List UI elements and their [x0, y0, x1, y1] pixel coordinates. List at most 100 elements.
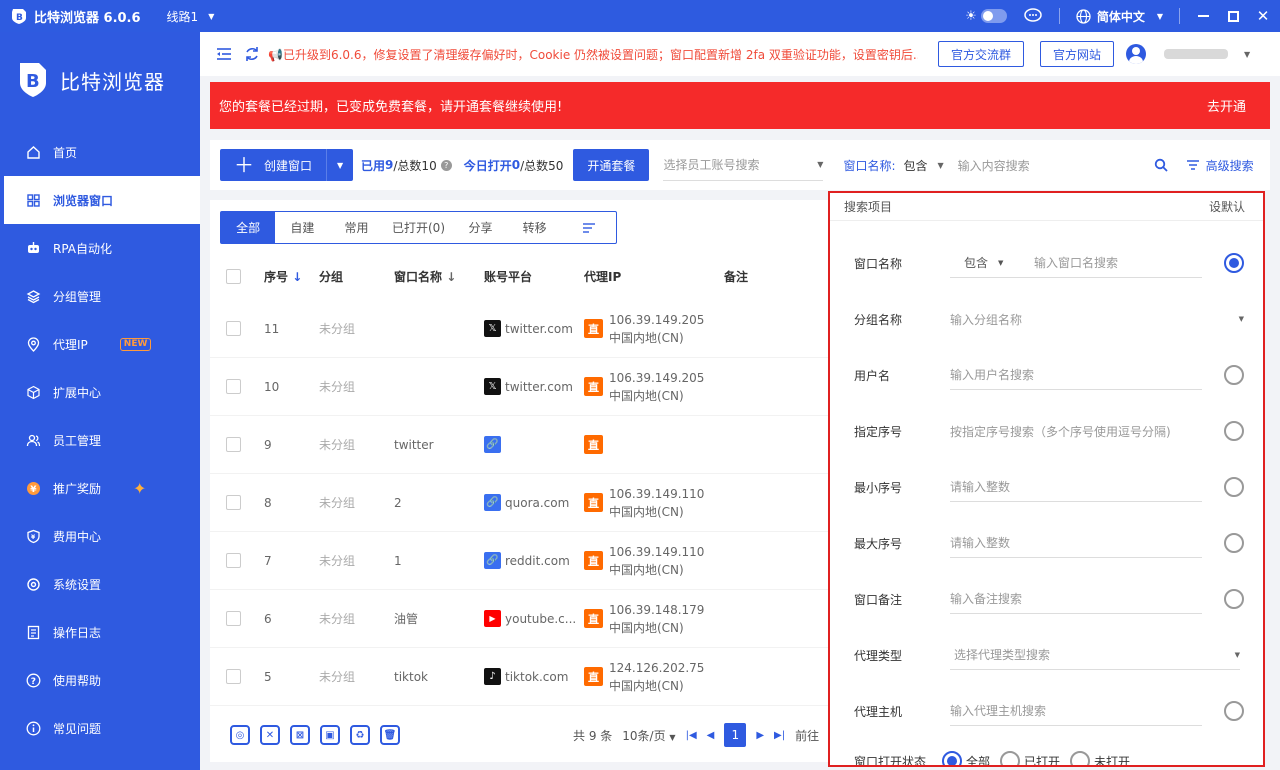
- direct-tag: 直: [584, 667, 603, 686]
- user-menu[interactable]: ▼: [1126, 44, 1250, 64]
- header-name[interactable]: 窗口名称 ↓: [394, 268, 484, 285]
- update-notice[interactable]: 📢已升级到6.0.6，修复设置了清理缓存偏好时，Cookie 仍然被设置问题；窗…: [268, 46, 918, 63]
- collapse-menu-icon[interactable]: [216, 46, 232, 62]
- username-input[interactable]: 输入用户名搜索: [950, 360, 1202, 390]
- prev-page-icon[interactable]: ◀: [707, 730, 715, 741]
- theme-toggle[interactable]: ☀: [965, 9, 1007, 24]
- chat-support-icon[interactable]: [1023, 7, 1043, 25]
- tab-sort[interactable]: [562, 212, 616, 243]
- table-row[interactable]: 6 未分组 油管 ▶ youtube.c... 直 106.39.148.179 中国…: [210, 590, 830, 648]
- sidebar-item-extensions[interactable]: 扩展中心: [0, 368, 200, 416]
- first-page-icon[interactable]: |◀: [686, 730, 697, 741]
- batch-delete-icon[interactable]: 🗑: [380, 725, 400, 745]
- default-radio-serial[interactable]: [1224, 421, 1244, 441]
- sidebar-item-help[interactable]: ? 使用帮助: [0, 656, 200, 704]
- window-name-input[interactable]: 输入窗口名搜索: [1034, 254, 1118, 271]
- table-row[interactable]: 7 未分组 1 🔗 reddit.com 直 106.39.149.110 中国内地(…: [210, 532, 830, 590]
- help-icon[interactable]: ?: [440, 159, 452, 171]
- language-selector[interactable]: 简体中文 ▼: [1076, 8, 1163, 25]
- maximize-button[interactable]: [1226, 9, 1240, 23]
- default-radio-proxy-host[interactable]: [1224, 701, 1244, 721]
- min-serial-input[interactable]: 请输入整数: [950, 472, 1202, 502]
- tab-shared[interactable]: 分享: [453, 212, 507, 243]
- default-radio-min-serial[interactable]: [1224, 477, 1244, 497]
- open-state-unopened[interactable]: 未打开: [1070, 751, 1130, 765]
- create-window-button[interactable]: ＋ 创建窗口: [220, 149, 328, 181]
- app-title: 比特浏览器 6.0.6: [34, 10, 141, 26]
- sidebar-item-rewards[interactable]: ¥ 推广奖励 ✦: [0, 464, 200, 512]
- batch-window-icon[interactable]: ▣: [320, 725, 340, 745]
- advanced-search-button[interactable]: 高级搜索: [1186, 157, 1254, 174]
- official-site-button[interactable]: 官方网站: [1040, 41, 1115, 67]
- table-row[interactable]: 8 未分组 2 🔗 quora.com 直 106.39.149.110 中国内地(C…: [210, 474, 830, 532]
- serial-input[interactable]: 按指定序号搜索（多个序号使用逗号分隔): [950, 416, 1202, 446]
- refresh-icon[interactable]: [244, 46, 260, 62]
- field-label: 最大序号: [854, 536, 903, 551]
- tab-transfer[interactable]: 转移: [508, 212, 562, 243]
- default-radio-window-name[interactable]: [1224, 253, 1244, 273]
- sidebar-item-proxy-ip[interactable]: 代理IP NEW: [0, 320, 200, 368]
- line-selector[interactable]: 线路1 ▼: [167, 8, 215, 25]
- proxy-host-input[interactable]: 输入代理主机搜索: [950, 696, 1202, 726]
- sidebar-item-faq[interactable]: 常见问题: [0, 704, 200, 752]
- group-name-select[interactable]: 输入分组名称 ▼: [950, 304, 1244, 334]
- default-radio-username[interactable]: [1224, 365, 1244, 385]
- row-checkbox[interactable]: [226, 495, 241, 510]
- proxy-type-select[interactable]: 选择代理类型搜索 ▼: [950, 640, 1240, 670]
- tab-all[interactable]: 全部: [221, 212, 276, 243]
- employee-select[interactable]: 选择员工账号搜索 ▼: [663, 149, 824, 181]
- close-button[interactable]: ✕: [1256, 7, 1270, 25]
- batch-clear-icon[interactable]: ⊠: [290, 725, 310, 745]
- sidebar-item-settings[interactable]: 系统设置: [0, 560, 200, 608]
- sidebar-item-home[interactable]: 首页: [0, 128, 200, 176]
- default-radio-max-serial[interactable]: [1224, 533, 1244, 553]
- batch-open-icon[interactable]: ◎: [230, 725, 250, 745]
- next-page-icon[interactable]: ▶: [756, 730, 764, 741]
- batch-close-icon[interactable]: ✕: [260, 725, 280, 745]
- table-row[interactable]: 11 未分组 𝕏twitter.com 直 106.39.149.205 中国内地(…: [210, 300, 830, 358]
- open-state-all[interactable]: 全部: [942, 751, 990, 765]
- theme-switch[interactable]: [980, 9, 1007, 23]
- create-window-dropdown[interactable]: ▼: [327, 161, 353, 170]
- tab-self-created[interactable]: 自建: [275, 212, 329, 243]
- row-checkbox[interactable]: [226, 437, 241, 452]
- sidebar-item-groups[interactable]: 分组管理: [0, 272, 200, 320]
- row-checkbox[interactable]: [226, 553, 241, 568]
- match-mode-select[interactable]: 包含 ▼: [903, 157, 943, 174]
- table-row[interactable]: 9 未分组 twitter 🔗 直: [210, 416, 830, 474]
- activate-link[interactable]: 去开通: [1207, 96, 1246, 115]
- current-page[interactable]: 1: [724, 723, 747, 747]
- row-checkbox[interactable]: [226, 321, 241, 336]
- radio-button[interactable]: [942, 751, 962, 765]
- sidebar-item-logs[interactable]: 操作日志: [0, 608, 200, 656]
- search-input[interactable]: 输入内容搜索: [958, 157, 1154, 174]
- row-checkbox[interactable]: [226, 611, 241, 626]
- note-input[interactable]: 输入备注搜索: [950, 584, 1202, 614]
- open-plan-button[interactable]: 开通套餐: [573, 149, 650, 181]
- today-count: 0: [511, 158, 521, 172]
- max-serial-input[interactable]: 请输入整数: [950, 528, 1202, 558]
- batch-recycle-icon[interactable]: ♻: [350, 725, 370, 745]
- page-size-select[interactable]: 10条/页 ▼: [622, 727, 675, 744]
- open-state-opened[interactable]: 已打开: [1000, 751, 1060, 765]
- select-all-checkbox[interactable]: [226, 268, 241, 284]
- tab-frequent[interactable]: 常用: [329, 212, 383, 243]
- row-checkbox[interactable]: [226, 669, 241, 684]
- radio-button[interactable]: [1070, 751, 1091, 765]
- header-no[interactable]: 序号 ↓: [264, 268, 319, 285]
- last-page-icon[interactable]: ▶|: [774, 730, 785, 741]
- table-row[interactable]: 10 未分组 𝕏twitter.com 直 106.39.149.205 中国内地(…: [210, 358, 830, 416]
- sidebar-item-rpa[interactable]: RPA自动化: [0, 224, 200, 272]
- match-mode-select[interactable]: 包含 ▼: [950, 254, 1026, 271]
- row-checkbox[interactable]: [226, 379, 241, 394]
- sidebar-item-staff[interactable]: 员工管理: [0, 416, 200, 464]
- sidebar-item-billing[interactable]: ¥ 费用中心: [0, 512, 200, 560]
- official-group-button[interactable]: 官方交流群: [938, 41, 1025, 67]
- minimize-button[interactable]: [1196, 9, 1210, 23]
- default-radio-note[interactable]: [1224, 589, 1244, 609]
- tab-opened[interactable]: 已打开(0): [384, 212, 454, 243]
- table-row[interactable]: 5 未分组 tiktok ♪ tiktok.com 直 124.126.202.75…: [210, 648, 830, 706]
- radio-button[interactable]: [1000, 751, 1021, 765]
- search-icon[interactable]: [1154, 158, 1168, 172]
- sidebar-item-browser-windows[interactable]: 浏览器窗口: [0, 176, 200, 224]
